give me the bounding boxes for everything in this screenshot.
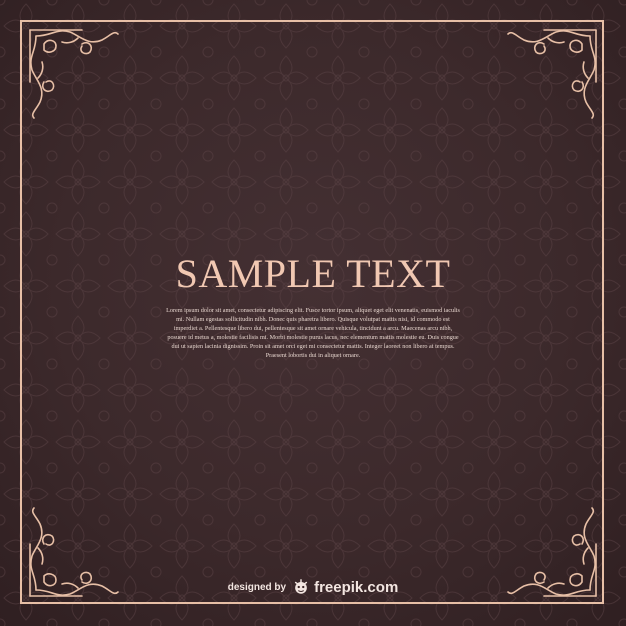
freepik-logo-icon <box>294 579 308 594</box>
corner-ornament-top-right <box>504 22 604 122</box>
corner-ornament-top-left <box>22 22 122 122</box>
poster: SAMPLE TEXT Lorem ipsum dolor sit amet, … <box>0 0 626 626</box>
credit-line[interactable]: designed by freepik.com <box>0 578 626 596</box>
body-paragraph: Lorem ipsum dolor sit amet, consectetur … <box>166 307 460 359</box>
page-title: SAMPLE TEXT <box>175 251 451 296</box>
credit-prefix: designed by <box>227 581 287 593</box>
credit-brand-link[interactable]: freepik.com <box>314 579 398 596</box>
